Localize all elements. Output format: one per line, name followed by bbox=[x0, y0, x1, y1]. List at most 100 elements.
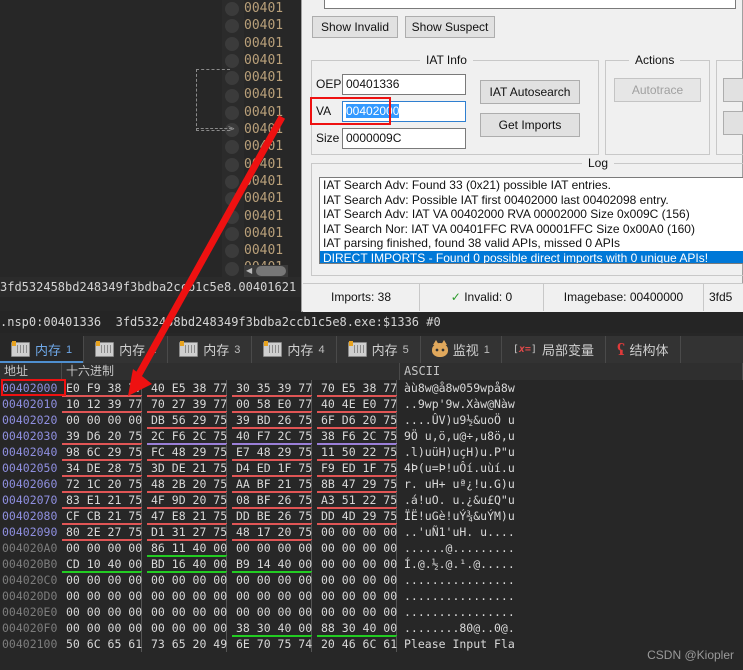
hex-byte-group[interactable]: 00 00 00 00 bbox=[147, 620, 227, 636]
hex-byte-group[interactable]: 73 65 20 49 bbox=[147, 636, 227, 652]
hex-byte-group[interactable]: 30 35 39 77 bbox=[232, 380, 313, 397]
hex-dump-row[interactable]: 00402000 E0 F9 38 77 40 E5 38 77 30 35 39 7… bbox=[0, 380, 743, 397]
hex-byte-group[interactable]: 50 6C 65 61 bbox=[62, 636, 142, 652]
column-header-hex[interactable]: 十六进制 bbox=[62, 363, 400, 380]
hex-byte-group[interactable]: 98 6C 29 75 bbox=[62, 444, 143, 461]
hex-byte-group[interactable]: 39 BD 26 75 bbox=[232, 412, 313, 429]
hex-byte-group[interactable]: 00 00 00 00 bbox=[147, 604, 227, 620]
breakpoint-dot[interactable] bbox=[225, 140, 239, 155]
hex-dump-row[interactable]: 004020C0 00 00 00 00 00 00 00 00 00 00 00 0… bbox=[0, 572, 743, 588]
hex-byte-group[interactable]: 00 00 00 00 bbox=[147, 588, 227, 604]
hex-byte-group[interactable]: 11 50 22 75 bbox=[317, 444, 398, 461]
breakpoint-dot[interactable] bbox=[225, 244, 239, 259]
disassembly-pane[interactable]: > 00401 00401 00401 00401 00401 00401 00401 004… bbox=[0, 0, 288, 277]
iat-autosearch-button[interactable]: IAT Autosearch bbox=[480, 80, 580, 104]
tab-locals-7[interactable]: [x=] 局部变量 bbox=[501, 336, 606, 363]
hex-dump-row[interactable]: 004020B0 CD 10 40 00 BD 16 40 00 B9 14 40 0… bbox=[0, 556, 743, 573]
hex-byte-group[interactable]: 10 12 39 77 bbox=[62, 396, 143, 413]
hex-byte-group[interactable]: 08 BF 26 75 bbox=[232, 492, 313, 509]
log-line[interactable]: IAT Search Adv: IAT VA 00402000 RVA 0000… bbox=[320, 207, 743, 222]
hex-byte-group[interactable]: 00 00 00 00 bbox=[317, 524, 397, 540]
tab-ram-4[interactable]: 内存 4 bbox=[252, 336, 337, 363]
scrollbar-thumb[interactable] bbox=[256, 266, 286, 276]
hex-byte-group[interactable]: CF CB 21 75 bbox=[62, 508, 143, 525]
hex-byte-group[interactable]: E7 48 29 75 bbox=[232, 444, 313, 461]
breakpoint-dot[interactable] bbox=[225, 209, 239, 224]
hex-byte-group[interactable]: D1 31 27 75 bbox=[147, 524, 228, 541]
log-line[interactable]: IAT parsing finished, found 38 valid API… bbox=[320, 236, 743, 251]
hex-byte-group[interactable]: 83 E1 21 75 bbox=[62, 492, 143, 509]
hex-byte-group[interactable]: AA BF 21 75 bbox=[232, 476, 313, 493]
log-line[interactable]: DIRECT IMPORTS - Found 0 possible direct… bbox=[320, 250, 743, 263]
breakpoint-dot[interactable] bbox=[225, 19, 239, 34]
hex-byte-group[interactable]: 48 17 20 75 bbox=[232, 524, 313, 541]
tab-ram-3[interactable]: 内存 3 bbox=[168, 336, 253, 363]
hex-dump-row[interactable]: 004020E0 00 00 00 00 00 00 00 00 00 00 00 0… bbox=[0, 604, 743, 620]
hex-byte-group[interactable]: 00 00 00 00 bbox=[62, 540, 142, 556]
hex-byte-group[interactable]: 88 30 40 00 bbox=[317, 620, 398, 637]
hex-dump-row[interactable]: 00402030 39 D6 20 75 2C F6 2C 75 40 F7 2C 7… bbox=[0, 428, 743, 445]
hex-byte-group[interactable]: 40 F7 2C 75 bbox=[232, 428, 313, 445]
hex-byte-group[interactable]: 8B 47 29 75 bbox=[317, 476, 398, 493]
column-header-ascii[interactable]: ASCII bbox=[400, 363, 743, 380]
hex-byte-group[interactable]: 00 00 00 00 bbox=[317, 588, 397, 604]
hex-byte-group[interactable]: DD 4D 29 75 bbox=[317, 508, 398, 525]
secondary-dump-button[interactable] bbox=[723, 111, 743, 135]
tab-ram-2[interactable]: 内存 2 bbox=[84, 336, 169, 363]
hex-byte-group[interactable]: 40 E5 38 77 bbox=[147, 380, 228, 397]
breakpoint-dot[interactable] bbox=[225, 261, 239, 276]
hex-byte-group[interactable]: 2C F6 2C 75 bbox=[147, 428, 228, 445]
oep-input[interactable]: 00401336 bbox=[342, 74, 466, 95]
hex-byte-group[interactable]: 00 00 00 00 bbox=[62, 588, 142, 604]
hex-dump-row[interactable]: 00402070 83 E1 21 75 4F 9D 20 75 08 BF 26 7… bbox=[0, 492, 743, 509]
hex-byte-group[interactable]: 00 00 00 00 bbox=[62, 412, 142, 428]
tab-struct-8[interactable]: ʕ 结构体 bbox=[605, 336, 681, 363]
hex-dump-body[interactable]: 00402000 E0 F9 38 77 40 E5 38 77 30 35 39 7… bbox=[0, 380, 743, 652]
hex-dump-row[interactable]: 004020D0 00 00 00 00 00 00 00 00 00 00 00 0… bbox=[0, 588, 743, 604]
show-suspect-button[interactable]: Show Suspect bbox=[405, 16, 495, 38]
size-input[interactable]: 0000009C bbox=[342, 128, 466, 149]
hex-byte-group[interactable]: 38 F6 2C 75 bbox=[317, 428, 398, 445]
hex-byte-group[interactable]: 00 00 00 00 bbox=[62, 620, 142, 636]
module-path-field[interactable] bbox=[324, 0, 736, 9]
show-invalid-button[interactable]: Show Invalid bbox=[312, 16, 398, 38]
hex-byte-group[interactable]: 00 00 00 00 bbox=[317, 540, 397, 556]
hex-byte-group[interactable]: 6F D6 20 75 bbox=[317, 412, 398, 429]
hex-dump-row[interactable]: 004020A0 00 00 00 00 86 11 40 00 00 00 00 0… bbox=[0, 540, 743, 557]
log-line[interactable]: IAT Search Nor: IAT VA 00401FFC RVA 0000… bbox=[320, 222, 743, 237]
hex-byte-group[interactable]: F9 ED 1F 75 bbox=[317, 460, 398, 477]
hex-byte-group[interactable]: DD BE 26 75 bbox=[232, 508, 313, 525]
hex-byte-group[interactable]: 70 E5 38 77 bbox=[317, 380, 398, 397]
scroll-left-icon[interactable]: ◀ bbox=[246, 266, 252, 275]
disasm-horizontal-scrollbar[interactable]: ◀ bbox=[244, 265, 288, 277]
column-header-address[interactable]: 地址 bbox=[0, 363, 62, 380]
hex-byte-group[interactable]: 00 00 00 00 bbox=[317, 572, 397, 588]
hex-byte-group[interactable]: D4 ED 1F 75 bbox=[232, 460, 313, 477]
breakpoint-dot[interactable] bbox=[225, 53, 239, 68]
hex-dump-row[interactable]: 00402050 34 DE 28 75 3D DE 21 75 D4 ED 1F 7… bbox=[0, 460, 743, 477]
hex-byte-group[interactable]: 34 DE 28 75 bbox=[62, 460, 143, 477]
hex-dump-row[interactable]: 004020F0 00 00 00 00 00 00 00 00 38 30 40 0… bbox=[0, 620, 743, 637]
breakpoint-dot[interactable] bbox=[225, 2, 239, 16]
breakpoint-dot[interactable] bbox=[225, 175, 239, 189]
hex-dump-row[interactable]: 00402040 98 6C 29 75 FC 48 29 75 E7 48 29 7… bbox=[0, 444, 743, 461]
hex-dump-row[interactable]: 00402080 CF CB 21 75 47 E8 21 75 DD BE 26 7… bbox=[0, 508, 743, 525]
hex-byte-group[interactable]: 00 00 00 00 bbox=[317, 556, 397, 572]
get-imports-button[interactable]: Get Imports bbox=[480, 113, 580, 137]
breakpoint-dot[interactable] bbox=[225, 36, 239, 51]
tab-cat-6[interactable]: 监视 1 bbox=[420, 336, 502, 363]
hex-byte-group[interactable]: 4F 9D 20 75 bbox=[147, 492, 228, 509]
hex-byte-group[interactable]: 00 00 00 00 bbox=[232, 604, 312, 620]
hex-byte-group[interactable]: DB 56 29 75 bbox=[147, 412, 228, 429]
hex-byte-group[interactable]: 00 00 00 00 bbox=[232, 572, 312, 588]
hex-byte-group[interactable]: 40 4E E0 77 bbox=[317, 396, 398, 413]
hex-byte-group[interactable]: 00 00 00 00 bbox=[147, 572, 227, 588]
hex-byte-group[interactable]: 00 00 00 00 bbox=[232, 588, 312, 604]
hex-byte-group[interactable]: 39 D6 20 75 bbox=[62, 428, 143, 445]
hex-dump-row[interactable]: 00402020 00 00 00 00 DB 56 29 75 39 BD 26 7… bbox=[0, 412, 743, 429]
log-listbox[interactable]: IAT Search Adv: Found 33 (0x21) possible… bbox=[319, 177, 743, 264]
hex-byte-group[interactable]: 3D DE 21 75 bbox=[147, 460, 228, 477]
hex-byte-group[interactable]: 00 58 E0 77 bbox=[232, 396, 313, 413]
hex-byte-group[interactable]: 6E 70 75 74 bbox=[232, 636, 312, 652]
hex-dump-row[interactable]: 00402010 10 12 39 77 70 27 39 77 00 58 E0 7… bbox=[0, 396, 743, 413]
